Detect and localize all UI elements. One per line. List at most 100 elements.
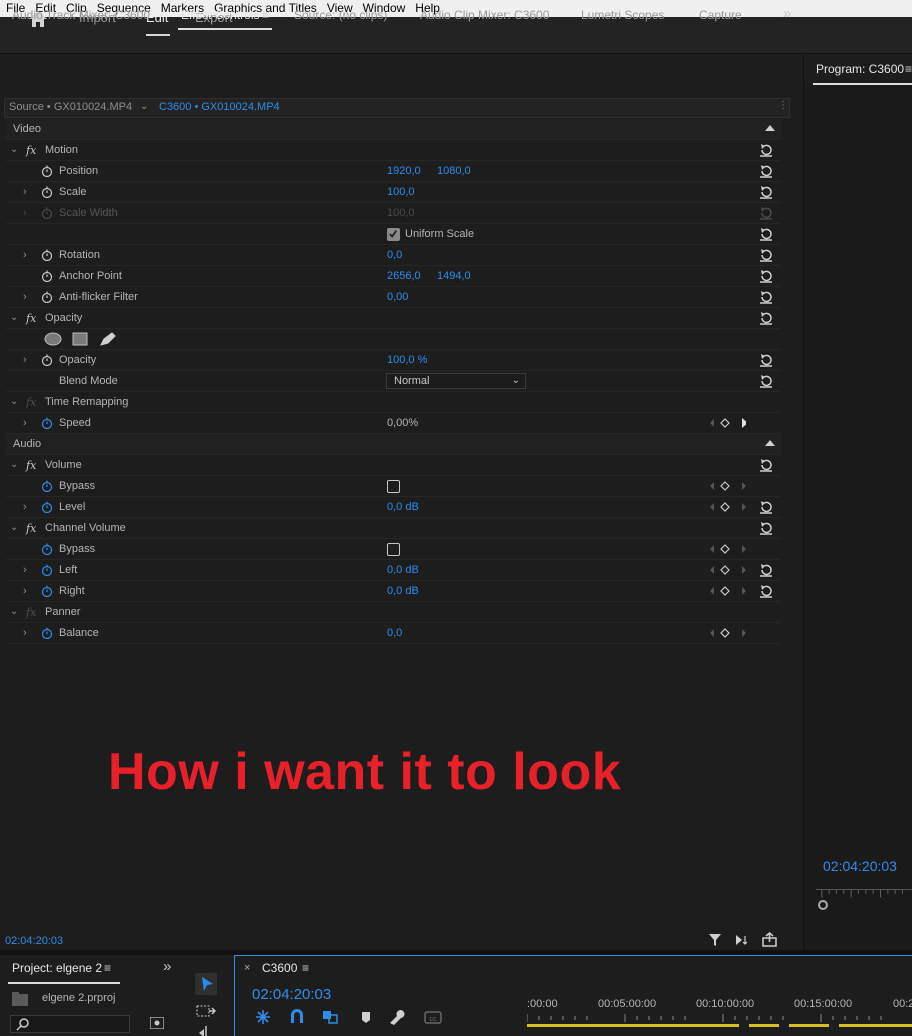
reset-icon[interactable] xyxy=(759,164,773,178)
snap-magnet-icon[interactable] xyxy=(291,1009,303,1023)
reset-icon[interactable] xyxy=(759,500,773,514)
chevron-right-icon[interactable]: › xyxy=(23,249,27,261)
nest-sequence-icon[interactable] xyxy=(256,1010,270,1024)
chevron-right-icon[interactable]: › xyxy=(23,501,27,513)
property-rotation[interactable]: › Rotation 0,0 xyxy=(6,245,781,266)
stopwatch-icon[interactable] xyxy=(41,564,53,576)
keyframe-navigator[interactable] xyxy=(706,480,746,492)
stopwatch-icon[interactable] xyxy=(41,186,53,198)
stopwatch-icon[interactable] xyxy=(41,165,53,177)
project-menu-icon[interactable]: ≡ xyxy=(104,961,111,975)
stopwatch-icon[interactable] xyxy=(41,249,53,261)
right-value[interactable]: 0,0 dB xyxy=(387,585,419,597)
pen-mask-icon[interactable] xyxy=(100,332,116,346)
stopwatch-icon[interactable] xyxy=(41,480,53,492)
keyframe-navigator[interactable] xyxy=(706,585,746,597)
timeline-menu-icon[interactable]: ≡ xyxy=(302,961,309,975)
stopwatch-icon[interactable] xyxy=(41,501,53,513)
property-level[interactable]: › Level 0,0 dB xyxy=(6,497,781,518)
grip-icon[interactable]: ⋮ xyxy=(778,100,788,111)
chevron-down-icon[interactable]: ⌄ xyxy=(10,396,18,407)
linked-selection-icon[interactable] xyxy=(323,1011,338,1024)
fx-icon[interactable]: fx xyxy=(26,459,36,472)
blend-mode-select[interactable]: Normal ⌄ xyxy=(386,373,526,389)
more-tabs-icon[interactable]: » xyxy=(783,5,791,22)
reset-icon[interactable] xyxy=(759,269,773,283)
effect-channel-volume[interactable]: ⌄ fx Channel Volume xyxy=(6,518,781,539)
ripple-edit-tool-icon[interactable] xyxy=(195,1026,217,1036)
property-channel-bypass[interactable]: Bypass xyxy=(6,539,781,560)
effect-motion[interactable]: ⌄ fx Motion xyxy=(6,140,781,161)
reset-icon[interactable] xyxy=(759,185,773,199)
stopwatch-icon[interactable] xyxy=(41,270,53,282)
tab-audio-track-mixer[interactable]: Audio Track Mixer: C3600 xyxy=(12,8,150,22)
collapse-up-icon[interactable] xyxy=(765,440,775,446)
program-menu-icon[interactable]: ≡ xyxy=(905,62,912,76)
tab-program-monitor[interactable]: Program: C3600 xyxy=(816,62,904,76)
bypass-checkbox[interactable] xyxy=(387,543,400,556)
reset-icon[interactable] xyxy=(759,248,773,262)
property-left[interactable]: › Left 0,0 dB xyxy=(6,560,781,581)
sequence-clip-label[interactable]: C3600 • GX010024.MP4 xyxy=(159,101,280,113)
anchor-y-value[interactable]: 1494,0 xyxy=(437,270,471,282)
stopwatch-icon[interactable] xyxy=(41,627,53,639)
left-value[interactable]: 0,0 dB xyxy=(387,564,419,576)
tab-source[interactable]: Source: (no clips) xyxy=(294,8,387,22)
tab-capture[interactable]: Capture xyxy=(699,8,742,22)
property-balance[interactable]: › Balance 0,0 xyxy=(6,623,781,644)
chevron-down-icon[interactable]: ⌄ xyxy=(10,459,18,470)
chevron-right-icon[interactable]: › xyxy=(23,417,27,429)
fx-icon[interactable]: fx xyxy=(26,312,36,325)
tab-timeline-sequence[interactable]: C3600 xyxy=(262,961,297,975)
property-anchor-point[interactable]: Anchor Point 2656,0 1494,0 xyxy=(6,266,781,287)
chevron-right-icon[interactable]: › xyxy=(23,186,27,198)
chevron-down-icon[interactable]: ⌄ xyxy=(10,606,18,617)
tab-audio-clip-mixer[interactable]: Audio Clip Mixer: C3600 xyxy=(420,8,549,22)
keyframe-navigator[interactable] xyxy=(706,627,746,639)
timeline-clip-strip[interactable] xyxy=(527,1024,912,1027)
export-icon[interactable] xyxy=(762,932,777,947)
property-volume-bypass[interactable]: Bypass xyxy=(6,476,781,497)
program-monitor[interactable] xyxy=(804,86,912,950)
chevron-right-icon[interactable]: › xyxy=(23,564,27,576)
rectangle-mask-icon[interactable] xyxy=(72,332,88,346)
property-scale[interactable]: › Scale 100,0 xyxy=(6,182,781,203)
more-tabs-icon[interactable]: » xyxy=(163,958,171,975)
reset-icon[interactable] xyxy=(759,143,773,157)
uniform-scale-checkbox[interactable] xyxy=(387,228,400,241)
play-audio-icon[interactable] xyxy=(736,935,748,945)
effect-time-remapping[interactable]: ⌄ fx Time Remapping xyxy=(6,392,781,413)
chevron-right-icon[interactable]: › xyxy=(23,627,27,639)
selection-tool-icon[interactable] xyxy=(195,973,217,995)
stopwatch-icon[interactable] xyxy=(41,417,53,429)
bypass-checkbox[interactable] xyxy=(387,480,400,493)
stopwatch-icon[interactable] xyxy=(41,291,53,303)
reset-icon[interactable] xyxy=(759,458,773,472)
property-right[interactable]: › Right 0,0 dB xyxy=(6,581,781,602)
effect-controls-timecode[interactable]: 02:04:20:03 xyxy=(5,935,63,947)
new-bin-icon[interactable] xyxy=(150,1017,164,1029)
tab-effect-controls[interactable]: Effect Controls xyxy=(181,8,259,22)
filter-icon[interactable] xyxy=(709,934,721,946)
close-icon[interactable]: × xyxy=(244,962,250,974)
reset-icon[interactable] xyxy=(759,584,773,598)
reset-icon[interactable] xyxy=(759,290,773,304)
opacity-value[interactable]: 100,0 % xyxy=(387,354,427,366)
keyframe-navigator[interactable] xyxy=(706,417,746,429)
anti-flicker-value[interactable]: 0,00 xyxy=(387,291,408,303)
position-x-value[interactable]: 1920,0 xyxy=(387,165,421,177)
program-time-ruler[interactable] xyxy=(816,889,912,901)
balance-value[interactable]: 0,0 xyxy=(387,627,402,639)
chevron-down-icon[interactable]: ⌄ xyxy=(10,144,18,155)
program-timecode[interactable]: 02:04:20:03 xyxy=(823,858,897,874)
tab-lumetri-scopes[interactable]: Lumetri Scopes xyxy=(581,8,664,22)
keyframe-navigator[interactable] xyxy=(706,501,746,513)
scale-value[interactable]: 100,0 xyxy=(387,186,415,198)
keyframe-navigator[interactable] xyxy=(706,543,746,555)
chevron-right-icon[interactable]: › xyxy=(23,291,27,303)
property-speed[interactable]: › Speed 0,00% xyxy=(6,413,781,434)
chevron-down-icon[interactable]: ⌄ xyxy=(10,522,18,533)
chevron-down-icon[interactable]: ⌄ xyxy=(10,312,18,323)
reset-icon[interactable] xyxy=(759,374,773,388)
anchor-x-value[interactable]: 2656,0 xyxy=(387,270,421,282)
